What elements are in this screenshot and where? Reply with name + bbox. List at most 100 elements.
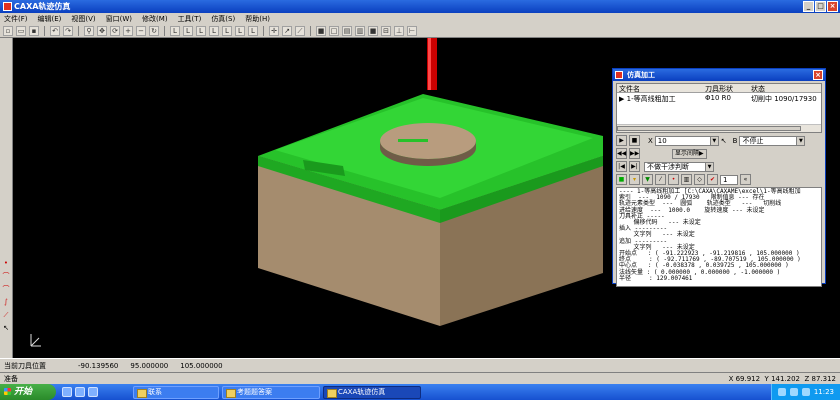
measure-icon[interactable]: ↗ <box>282 25 292 36</box>
menu-modify[interactable]: 修改(M) <box>142 14 168 24</box>
arc-icon[interactable]: ⌒ <box>1 271 11 281</box>
check-controls: |◀ ▶| 不做干涉判断 ▼ <box>616 161 822 172</box>
point-marker-icon[interactable]: • <box>668 174 679 185</box>
path-icon[interactable]: ⁄ <box>655 174 666 185</box>
horizontal-scrollbar[interactable] <box>617 124 821 132</box>
trajectory-info-log: ---- 1-等高线粗加工 [C:\CAXA\CAXAME\excel\1-等高… <box>616 187 822 287</box>
play-button[interactable]: ▶ <box>616 135 627 146</box>
stop-button[interactable]: ■ <box>629 135 640 146</box>
tool-shape-icon[interactable]: ▾ <box>629 174 640 185</box>
step-count-field[interactable]: 1 <box>720 174 738 185</box>
axis-triad <box>30 334 41 347</box>
tool-icon[interactable]: ■ <box>368 25 378 36</box>
ime-icon[interactable] <box>801 388 810 396</box>
new-icon[interactable]: ▫ <box>3 25 13 36</box>
menu-simulate[interactable]: 仿真(S) <box>211 14 235 24</box>
menu-tools[interactable]: 工具(T) <box>178 14 202 24</box>
forward-button[interactable]: ▶▶ <box>629 148 640 159</box>
speed-field[interactable]: 10 ▼ <box>654 135 719 146</box>
column-tool-shape[interactable]: 刀具形状 <box>703 84 749 92</box>
arc-icon[interactable]: ⌒ <box>1 284 11 294</box>
menu-view[interactable]: 视图(V) <box>71 14 95 24</box>
redo-icon[interactable]: ↷ <box>63 25 73 36</box>
close-button[interactable]: × <box>827 1 838 12</box>
view-front-icon[interactable]: L <box>170 25 180 36</box>
view-top-icon[interactable]: L <box>222 25 232 36</box>
job-name: ▶ 1-等高线粗加工 <box>619 95 676 103</box>
step-fwd-button[interactable]: ▶| <box>629 161 640 172</box>
maximize-button[interactable]: □ <box>815 1 826 12</box>
filter-icon[interactable]: ▼ <box>642 174 653 185</box>
system-tray: 11:23 <box>770 384 840 400</box>
point-icon[interactable]: • <box>1 258 11 268</box>
curve-icon[interactable]: ∫ <box>1 297 11 307</box>
view-right-icon[interactable]: L <box>209 25 219 36</box>
dialog-close-button[interactable]: × <box>813 70 823 80</box>
view-iso-icon[interactable]: L <box>248 25 258 36</box>
column-filename[interactable]: 文件名 <box>617 84 703 92</box>
menu-window[interactable]: 窗口(W) <box>106 14 132 24</box>
axis-icon[interactable]: ⊥ <box>394 25 404 36</box>
pointer-icon[interactable]: ↖ <box>1 323 11 333</box>
toolbar-separator <box>310 25 311 36</box>
view-bottom-icon[interactable]: L <box>235 25 245 36</box>
minimize-button[interactable]: _ <box>803 1 814 12</box>
line-icon[interactable]: ⟋ <box>1 310 11 320</box>
job-row[interactable]: ▶ 1-等高线粗加工 Φ10 R0 切削中 1090/17930 <box>617 94 821 103</box>
stock-icon[interactable]: ▤ <box>342 25 352 36</box>
pick-icon[interactable]: ⟋ <box>295 25 305 36</box>
pointer-icon: ↖ <box>720 136 727 145</box>
dialog-icon <box>615 71 623 79</box>
view-back-icon[interactable]: L <box>183 25 193 36</box>
menu-bar: 文件(F) 编辑(E) 视图(V) 窗口(W) 修改(M) 工具(T) 仿真(S… <box>0 13 840 24</box>
app-icon <box>3 2 12 11</box>
refresh-icon[interactable]: ↻ <box>149 25 159 36</box>
save-icon[interactable]: ▪ <box>29 25 39 36</box>
column-status[interactable]: 状态 <box>749 84 819 92</box>
left-toolbar: • ⌒ ⌒ ∫ ⟋ ↖ <box>0 38 13 358</box>
x-label: X <box>648 136 653 145</box>
menu-edit[interactable]: 编辑(E) <box>38 14 62 24</box>
cube-icon[interactable]: ■ <box>316 25 326 36</box>
solid-icon[interactable]: ■ <box>616 174 627 185</box>
task-caxa[interactable]: CAXA轨迹仿真 <box>323 385 421 399</box>
media-icon[interactable] <box>88 387 98 397</box>
eraser-icon[interactable]: ◇ <box>694 174 705 185</box>
check-icon[interactable]: ✔ <box>707 174 718 185</box>
task-folder-1[interactable]: 联系 <box>133 385 219 399</box>
stop-mode-select[interactable]: 不停止 ▼ <box>739 135 806 146</box>
network-icon[interactable] <box>777 388 786 396</box>
start-button[interactable]: 开始 <box>0 384 56 400</box>
app-title-bar: CAXA轨迹仿真 _ □ × <box>0 0 840 13</box>
menu-help[interactable]: 帮助(H) <box>245 14 270 24</box>
pan-icon[interactable]: ✥ <box>97 25 107 36</box>
zoom-in-icon[interactable]: + <box>123 25 133 36</box>
open-icon[interactable]: ▭ <box>16 25 26 36</box>
toolbar-separator <box>78 25 79 36</box>
job-status: 切削中 1090/17930 <box>751 95 817 103</box>
shade-icon[interactable]: ▥ <box>355 25 365 36</box>
rewind-button[interactable]: ◀◀ <box>616 148 627 159</box>
box-icon[interactable]: □ <box>329 25 339 36</box>
menu-file[interactable]: 文件(F) <box>4 14 28 24</box>
task-folder-2[interactable]: 考题题答案 <box>222 385 320 399</box>
tool-path-icon[interactable]: ⊢ <box>407 25 417 36</box>
setting-icon[interactable]: ⊟ <box>381 25 391 36</box>
step-back-button[interactable]: |◀ <box>616 161 627 172</box>
interference-check-select[interactable]: 不做干涉判断 ▼ <box>644 161 714 172</box>
view-left-icon[interactable]: L <box>196 25 206 36</box>
rotate-icon[interactable]: ⟳ <box>110 25 120 36</box>
collapse-icon[interactable]: « <box>740 174 751 185</box>
job-list[interactable]: 文件名 刀具形状 状态 ▶ 1-等高线粗加工 Φ10 R0 切削中 1090/1… <box>616 83 822 133</box>
job-tool: Φ10 R0 <box>705 94 731 102</box>
gray-box-icon[interactable]: ▥ <box>681 174 692 185</box>
ie-icon[interactable] <box>62 387 72 397</box>
zoom-icon[interactable]: ⚲ <box>84 25 94 36</box>
desktop-icon[interactable] <box>75 387 85 397</box>
tool-position-label: 当前刀具位置 <box>4 361 46 370</box>
move-icon[interactable]: ✛ <box>269 25 279 36</box>
volume-icon[interactable] <box>789 388 798 396</box>
zoom-out-icon[interactable]: − <box>136 25 146 36</box>
undo-icon[interactable]: ↶ <box>50 25 60 36</box>
interval-button[interactable]: 显示间隔▶ <box>672 148 707 159</box>
